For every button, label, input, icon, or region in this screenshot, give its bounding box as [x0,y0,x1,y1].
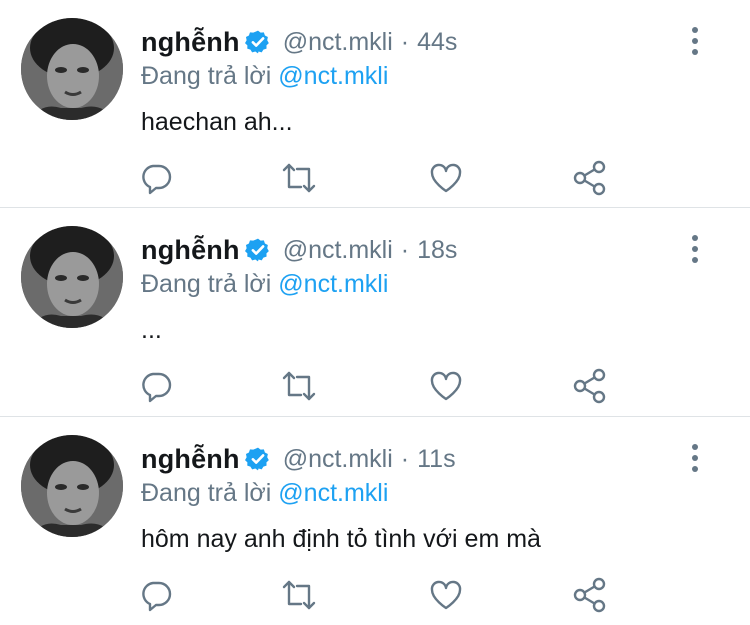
share-button[interactable] [572,368,608,404]
replying-to-line: Đang trả lời @nct.mkli [141,62,388,91]
timestamp[interactable]: 11s [417,445,455,474]
reply-icon [142,372,172,403]
tweet-item[interactable]: nghễnh @nct.mkli · 18s Đang trả lời @nct… [0,208,750,417]
retweet-icon [282,580,316,610]
avatar[interactable] [21,435,123,537]
author-handle[interactable]: @nct.mkli [283,445,393,474]
author-name[interactable]: nghễnh [141,235,240,266]
more-vertical-icon[interactable] [688,443,702,473]
tweet-item[interactable]: nghễnh @nct.mkli · 44s Đang trả lời @nct… [0,0,750,208]
verified-badge-icon [244,30,269,54]
like-button[interactable] [428,577,464,613]
retweet-button[interactable] [281,577,317,613]
more-vertical-icon[interactable] [688,234,702,264]
verified-badge-icon [244,238,269,262]
replying-to-line: Đang trả lời @nct.mkli [141,479,388,508]
replying-to-line: Đang trả lời @nct.mkli [141,270,388,299]
timestamp[interactable]: 18s [417,236,457,265]
tweet-actions [0,368,750,404]
author-name[interactable]: nghễnh [141,27,240,58]
verified-badge-icon [244,447,269,471]
tweet-actions [0,160,750,196]
tweet-item[interactable]: nghễnh @nct.mkli · 11s Đang trả lời @nct… [0,417,750,625]
tweet-text: ... [141,316,162,344]
share-button[interactable] [572,577,608,613]
replying-prefix: Đang trả lời [141,62,272,90]
author-name[interactable]: nghễnh [141,444,240,475]
replying-mention-link[interactable]: @nct.mkli [278,62,388,90]
like-button[interactable] [428,368,464,404]
share-icon [573,160,606,196]
author-handle[interactable]: @nct.mkli [283,236,393,265]
like-icon [430,371,462,401]
tweet-text: haechan ah... [141,108,293,136]
replying-prefix: Đang trả lời [141,270,272,298]
reply-icon [142,164,172,195]
tweet-header: nghễnh @nct.mkli · 44s [141,24,457,60]
like-icon [430,163,462,193]
retweet-button[interactable] [281,160,317,196]
author-handle[interactable]: @nct.mkli [283,28,393,57]
reply-icon [142,581,172,612]
tweet-text: hôm nay anh định tỏ tình với em mà [141,525,541,553]
separator-dot: · [400,27,410,56]
retweet-icon [282,163,316,193]
tweet-header: nghễnh @nct.mkli · 18s [141,232,457,268]
more-vertical-icon[interactable] [688,26,702,56]
reply-button[interactable] [138,160,174,196]
reply-button[interactable] [138,368,174,404]
retweet-icon [282,371,316,401]
tweet-header: nghễnh @nct.mkli · 11s [141,441,456,477]
avatar[interactable] [21,226,123,328]
avatar-image [21,18,123,120]
reply-button[interactable] [138,577,174,613]
avatar[interactable] [21,18,123,120]
replying-mention-link[interactable]: @nct.mkli [278,479,388,507]
retweet-button[interactable] [281,368,317,404]
separator-dot: · [400,444,410,473]
timestamp[interactable]: 44s [417,28,457,57]
avatar-image [21,435,123,537]
share-icon [573,577,606,613]
share-button[interactable] [572,160,608,196]
replying-prefix: Đang trả lời [141,479,272,507]
like-button[interactable] [428,160,464,196]
separator-dot: · [400,235,410,264]
share-icon [573,368,606,404]
like-icon [430,580,462,610]
tweet-actions [0,577,750,613]
replying-mention-link[interactable]: @nct.mkli [278,270,388,298]
avatar-image [21,226,123,328]
